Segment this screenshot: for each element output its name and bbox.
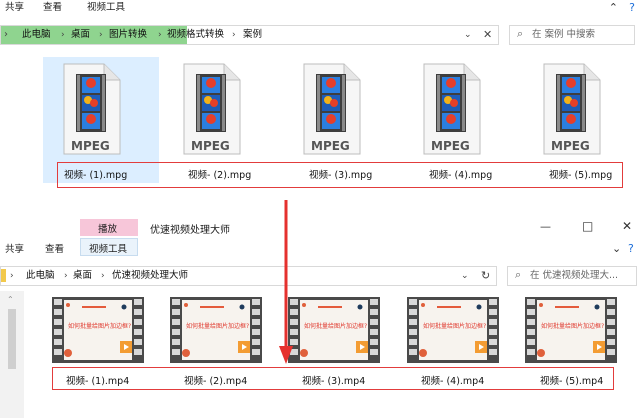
breadcrumb-separator-icon[interactable]: › bbox=[232, 26, 236, 44]
breadcrumb-separator-icon[interactable]: › bbox=[101, 267, 105, 285]
chevron-right-icon: › bbox=[10, 271, 14, 281]
minimize-icon[interactable]: — bbox=[540, 220, 551, 233]
thumbnail-title: 如何批量给图片加边框? bbox=[541, 323, 605, 330]
ribbon-tab-view[interactable]: 查看 bbox=[38, 0, 67, 16]
video-frame-icon bbox=[170, 297, 262, 363]
breadcrumb-desktop[interactable]: 桌面 bbox=[73, 267, 92, 285]
search-box[interactable]: ⌕ 在 优速视频处理大... bbox=[507, 266, 637, 286]
video-thumbnail-2[interactable]: 如何批量给图片加边框? bbox=[170, 297, 262, 363]
explorer-window-top: 共享 查看 视频工具 ⌃ ? › 此电脑 › 桌面 › 图片转换 › 视频格式转… bbox=[0, 0, 640, 195]
breadcrumb-this-pc[interactable]: 此电脑 bbox=[22, 26, 51, 44]
thumbnail-title: 如何批量给图片加边框? bbox=[423, 323, 487, 330]
ribbon-collapse-icon[interactable]: ⌄ bbox=[612, 242, 621, 255]
video-frame-icon bbox=[288, 297, 380, 363]
context-tab-play[interactable]: 播放 bbox=[80, 219, 138, 236]
window-title: 优速视频处理大师 bbox=[150, 225, 230, 236]
close-icon[interactable]: ✕ bbox=[622, 219, 632, 233]
video-thumbnail-5[interactable]: 如何批量给图片加边框? bbox=[525, 297, 617, 363]
mpeg-label: MPEG bbox=[431, 139, 470, 153]
help-icon[interactable]: ? bbox=[628, 242, 634, 255]
chevron-down-icon[interactable]: ⌄ bbox=[461, 267, 469, 285]
breadcrumb-this-pc[interactable]: 此电脑 bbox=[26, 267, 55, 285]
window-gap bbox=[0, 195, 640, 213]
ribbon-tab-view[interactable]: 查看 bbox=[40, 242, 69, 258]
clear-icon[interactable]: ✕ bbox=[483, 26, 492, 44]
video-thumbnail-1[interactable]: 如何批量给图片加边框? bbox=[52, 297, 144, 363]
chevron-right-icon: › bbox=[4, 29, 8, 40]
maximize-icon[interactable]: □ bbox=[582, 219, 593, 233]
video-thumbnail-3[interactable]: 如何批量给图片加边框? bbox=[288, 297, 380, 363]
breadcrumb-separator-icon[interactable]: › bbox=[99, 26, 103, 44]
ribbon-tab-share[interactable]: 共享 bbox=[0, 242, 29, 258]
search-placeholder: 在 优速视频处理大... bbox=[530, 270, 619, 281]
video-frame-icon bbox=[407, 297, 499, 363]
mpeg-label: MPEG bbox=[71, 139, 110, 153]
video-frame-icon bbox=[52, 297, 144, 363]
folder-icon bbox=[1, 269, 6, 282]
breadcrumb-case[interactable]: 案例 bbox=[243, 26, 262, 44]
breadcrumb-video-format-convert[interactable]: 视频格式转换 bbox=[167, 26, 224, 44]
explorer-window-bottom: 播放 优速视频处理大师 — □ ✕ 共享 查看 视频工具 ⌄ ? › 此电脑 ›… bbox=[0, 213, 640, 418]
ribbon-tab-video-tools[interactable]: 视频工具 bbox=[82, 0, 130, 16]
navigation-pane[interactable]: ⌃ bbox=[0, 291, 24, 418]
search-box[interactable]: ⌕ 在 案例 中搜索 bbox=[509, 25, 635, 45]
ribbon-tab-share[interactable]: 共享 bbox=[0, 0, 29, 16]
highlight-box-top bbox=[57, 162, 623, 188]
video-thumbnail-4[interactable]: 如何批量给图片加边框? bbox=[407, 297, 499, 363]
mpeg-label: MPEG bbox=[191, 139, 230, 153]
thumbnail-title: 如何批量给图片加边框? bbox=[68, 323, 132, 330]
search-icon: ⌕ bbox=[517, 27, 524, 40]
highlight-box-bottom bbox=[52, 367, 614, 390]
address-bar[interactable]: › 此电脑 › 桌面 › 优速视频处理大师 ⌄ ↻ bbox=[0, 266, 497, 286]
breadcrumb-separator-icon[interactable]: › bbox=[158, 26, 162, 44]
breadcrumb-desktop[interactable]: 桌面 bbox=[71, 26, 90, 44]
thumbnail-title: 如何批量给图片加边框? bbox=[186, 323, 250, 330]
search-placeholder: 在 案例 中搜索 bbox=[532, 29, 596, 40]
ribbon-tab-video-tools[interactable]: 视频工具 bbox=[84, 242, 132, 258]
refresh-icon[interactable]: ↻ bbox=[481, 267, 490, 285]
video-frame-icon bbox=[525, 297, 617, 363]
search-icon: ⌕ bbox=[515, 268, 522, 281]
breadcrumb-image-convert[interactable]: 图片转换 bbox=[109, 26, 147, 44]
context-tab-label: 播放 bbox=[98, 224, 118, 235]
breadcrumb-separator-icon[interactable]: › bbox=[61, 26, 65, 44]
breadcrumb-app-folder[interactable]: 优速视频处理大师 bbox=[112, 267, 188, 285]
mpeg-label: MPEG bbox=[551, 139, 590, 153]
scroll-up-icon[interactable]: ⌃ bbox=[7, 295, 14, 304]
red-arrow-icon bbox=[279, 200, 293, 364]
nav-scrollbar-thumb[interactable] bbox=[8, 309, 16, 369]
thumbnail-title: 如何批量给图片加边框? bbox=[304, 323, 368, 330]
breadcrumb-separator-icon[interactable]: › bbox=[64, 267, 68, 285]
ribbon-collapse-icon[interactable]: ⌃ bbox=[609, 1, 618, 14]
mpeg-label: MPEG bbox=[311, 139, 350, 153]
chevron-down-icon[interactable]: ⌄ bbox=[464, 26, 472, 44]
address-bar[interactable]: › 此电脑 › 桌面 › 图片转换 › 视频格式转换 › 案例 ⌄ ✕ bbox=[0, 25, 499, 45]
help-icon[interactable]: ? bbox=[629, 1, 635, 14]
